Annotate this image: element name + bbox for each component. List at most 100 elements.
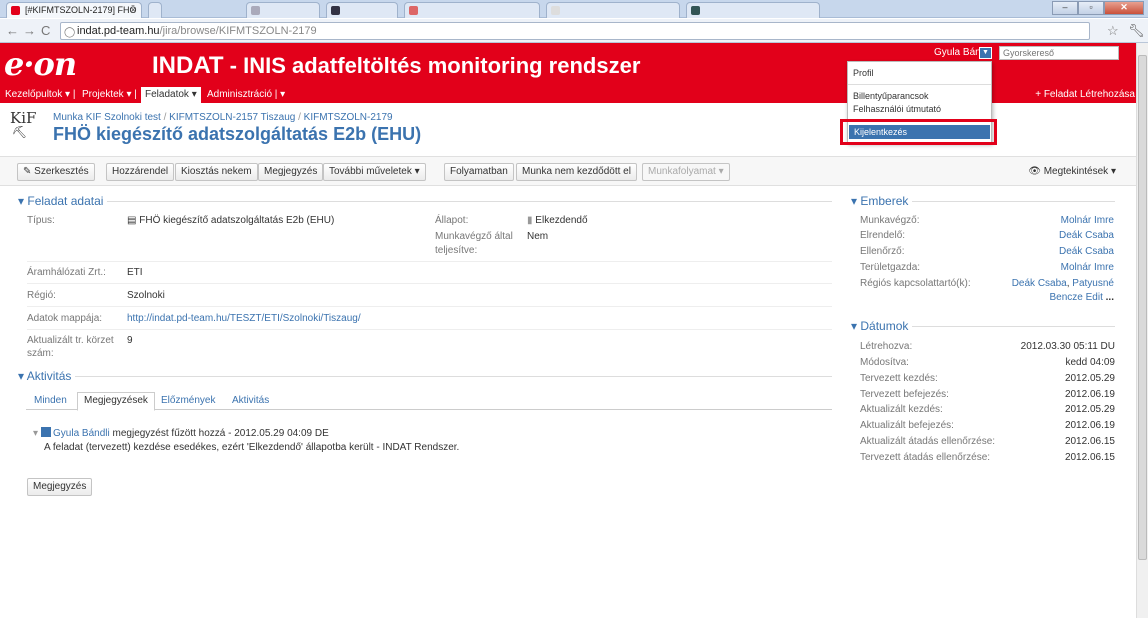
browser-tab[interactable] — [148, 2, 162, 18]
quick-search-input[interactable] — [1003, 48, 1113, 58]
not-started-button[interactable]: Munka nem kezdődött el — [516, 163, 637, 181]
comment-author-link[interactable]: Gyula Bándli — [53, 428, 110, 439]
comment-meta-text: megjegyzést fűzött hozzá - 2012.05.29 04… — [109, 428, 329, 439]
maximize-icon[interactable]: ▫ — [1078, 1, 1104, 15]
row-divider — [27, 283, 832, 284]
jira-favicon-icon — [11, 6, 20, 15]
url-host: indat.pd-team.hu — [77, 25, 160, 37]
date-label: Tervezett kezdés: — [860, 373, 938, 384]
menu-item-user-guide[interactable]: Felhasználói útmutató — [848, 102, 991, 116]
edit-button[interactable]: ✎ Szerkesztés — [17, 163, 95, 181]
forward-icon[interactable]: → — [23, 23, 36, 38]
breadcrumb-issue-key[interactable]: KIFMTSZOLN-2179 — [304, 112, 393, 123]
user-avatar-icon — [41, 427, 52, 437]
regional-contact-link[interactable]: Patyusné — [1072, 278, 1114, 289]
more-actions-button[interactable]: További műveletek ▾ — [323, 163, 426, 181]
favicon-icon — [251, 6, 260, 15]
browser-tab-active[interactable]: [#KIFMTSZOLN-2179] FHÖ ✕ — [6, 2, 142, 18]
date-label: Tervezett befejezés: — [860, 389, 949, 400]
browser-tab[interactable] — [326, 2, 398, 18]
regional-contact-link[interactable]: Bencze Edit — [1050, 292, 1103, 303]
assign-button[interactable]: Hozzárendel — [106, 163, 175, 181]
start-progress-button[interactable]: Folyamatban — [444, 163, 514, 181]
watchers-button[interactable]: 👁︎ Megtekintések ▾ — [1028, 166, 1116, 177]
regional-contact-link[interactable]: Deák Csaba — [1012, 278, 1067, 289]
workflow-button[interactable]: Munkafolyamat ▾ — [642, 163, 730, 181]
menu-divider — [848, 84, 991, 85]
pencil-icon: ✎ — [23, 166, 32, 177]
scrollbar-thumb[interactable] — [1138, 55, 1147, 560]
reporter-link[interactable]: Deák Csaba — [1059, 229, 1114, 242]
collapse-comment-icon[interactable]: ▾ — [33, 428, 38, 439]
date-label: Módosítva: — [860, 357, 909, 368]
close-window-icon[interactable]: ✕ — [1104, 1, 1144, 15]
assign-to-me-button[interactable]: Kiosztás nekem — [175, 163, 258, 181]
wrench-menu-icon[interactable]: 🔧︎ — [1128, 23, 1145, 39]
date-label: Aktualizált befejezés: — [860, 420, 954, 431]
data-folder-link-wrap: http://indat.pd-team.hu/TESZT/ETI/Szolno… — [127, 312, 361, 325]
browser-tab[interactable] — [246, 2, 320, 18]
tab-history[interactable]: Előzmények — [155, 393, 221, 410]
area-owner-label: Területgazda: — [860, 262, 921, 273]
close-tab-icon[interactable]: ✕ — [129, 3, 137, 17]
url-field[interactable]: ◯ indat.pd-team.hu/jira/browse/KIFMTSZOL… — [60, 22, 1090, 40]
status-label: Állapot: — [435, 215, 469, 226]
project-avatar[interactable]: KiF ⛏ — [10, 111, 40, 143]
tab-activity[interactable]: Aktivitás — [226, 393, 275, 410]
data-folder-link[interactable]: http://indat.pd-team.hu/TESZT/ETI/Szolno… — [127, 313, 361, 324]
tab-all[interactable]: Minden — [28, 393, 73, 410]
nav-item-issues[interactable]: Feladatok ▾ — [141, 87, 201, 103]
menu-item-shortcuts[interactable]: Billentyűparancsok — [848, 89, 991, 103]
assignee-link[interactable]: Molnár Imre — [1061, 214, 1114, 227]
comment-button[interactable]: Megjegyzés — [258, 163, 324, 181]
breadcrumb-project[interactable]: Munka KIF Szolnoki test — [53, 112, 161, 123]
reviewer-link[interactable]: Deák Csaba — [1059, 245, 1114, 258]
favicon-icon — [691, 6, 700, 15]
worker-figure-icon: ⛏ — [12, 125, 28, 139]
section-divider — [18, 201, 832, 202]
back-icon[interactable]: ← — [6, 23, 19, 38]
people-section-heading[interactable]: ▾ Emberek — [851, 194, 913, 208]
chevron-down-icon[interactable]: ▼ — [979, 47, 992, 59]
browser-tab[interactable] — [404, 2, 540, 18]
dates-section-heading[interactable]: ▾ Dátumok — [851, 319, 913, 333]
more-contacts-ellipsis[interactable]: ... — [1103, 292, 1114, 303]
date-label: Aktualizált átadás ellenőrzése: — [860, 436, 996, 447]
browser-tab[interactable] — [546, 2, 680, 18]
page-scrollbar[interactable] — [1136, 43, 1148, 618]
nav-item-dashboards[interactable]: Kezelőpultok ▾ | — [3, 88, 77, 102]
activity-tabs: Minden Megjegyzések Előzmények Aktivitás — [26, 390, 832, 411]
eon-logo[interactable]: e·on — [4, 45, 77, 83]
nav-item-administration[interactable]: Adminisztráció | ▾ — [205, 88, 287, 102]
minimize-icon[interactable]: – — [1052, 1, 1078, 15]
date-value: kedd 04:09 — [1065, 357, 1116, 368]
favicon-icon — [409, 6, 418, 15]
nav-item-projects[interactable]: Projektek ▾ | — [80, 88, 139, 102]
tab-comments[interactable]: Megjegyzések — [77, 392, 155, 411]
bookmark-star-icon[interactable]: ☆ — [1107, 23, 1119, 39]
quick-search[interactable] — [999, 46, 1119, 60]
field-value: ETI — [127, 267, 143, 278]
status-icon: ▮ — [527, 215, 533, 226]
breadcrumb-parent-issue[interactable]: KIFMTSZOLN-2157 Tiszaug — [169, 112, 295, 123]
comment-header: ▾ Gyula Bándli megjegyzést fűzött hozzá -… — [33, 427, 329, 439]
activity-section-heading[interactable]: ▾ Aktivitás — [18, 369, 76, 383]
favicon-icon — [331, 6, 340, 15]
area-owner-link[interactable]: Molnár Imre — [1061, 261, 1114, 274]
regional-contacts-label: Régiós kapcsolattartó(k): — [860, 278, 971, 289]
browser-tab[interactable] — [686, 2, 820, 18]
issue-type-icon: ▤ — [127, 215, 137, 226]
date-value: 2012.06.15 — [1064, 452, 1115, 463]
date-value: 2012.06.19 — [1064, 420, 1115, 431]
reload-icon[interactable]: C — [41, 23, 50, 38]
create-issue-link[interactable]: + Feladat Létrehozása — [1035, 89, 1135, 100]
date-value: 2012.03.30 05:11 DU — [1020, 341, 1115, 352]
menu-item-profile[interactable]: Profil — [848, 66, 991, 80]
done-by-assignee-label: Munkavégző által — [435, 231, 513, 242]
field-label: Aktualizált tr. körzet — [27, 335, 114, 346]
eye-icon: 👁︎ — [1028, 166, 1041, 177]
field-label-2: szám: — [27, 348, 54, 359]
add-comment-button[interactable]: Megjegyzés — [27, 478, 93, 496]
date-value: 2012.05.29 — [1064, 404, 1115, 415]
details-section-heading[interactable]: ▾ Feladat adatai — [18, 194, 108, 208]
